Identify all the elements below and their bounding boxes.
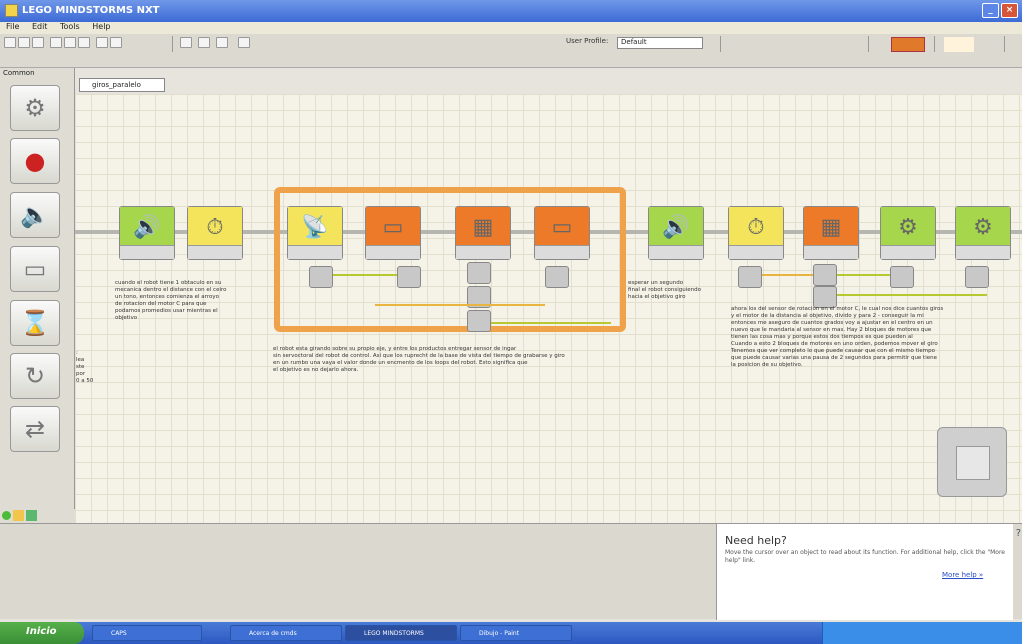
data-hub[interactable]: [890, 266, 914, 288]
math-block[interactable]: ▦: [803, 206, 859, 260]
menu-file[interactable]: File: [6, 22, 19, 31]
user-profile-label: User Profile:: [566, 37, 609, 45]
data-wire: [762, 274, 813, 276]
complete-palette-icon[interactable]: [13, 510, 24, 521]
variable-block-1[interactable]: ▭: [365, 206, 421, 260]
sound-block-icon[interactable]: 🔈: [10, 192, 60, 238]
data-hub[interactable]: [467, 310, 491, 332]
toolbar: User Profile: Default: [0, 34, 1022, 68]
help-panel: Need help? Move the cursor over an objec…: [716, 524, 1021, 620]
motor-block-1[interactable]: ⚙: [880, 206, 936, 260]
wait-sensor-block[interactable]: ⏱: [187, 206, 243, 260]
custom-palette-icon[interactable]: [238, 37, 250, 48]
taskbar-item[interactable]: LEGO MINDSTORMS: [345, 625, 457, 641]
data-wire: [837, 294, 987, 296]
help-heading: Need help?: [725, 534, 787, 547]
cut-icon[interactable]: [50, 37, 62, 48]
taskbar-item[interactable]: Acerca de cmds: [230, 625, 342, 641]
close-button[interactable]: ×: [1001, 3, 1018, 18]
loop-block-icon[interactable]: ↻: [10, 353, 60, 399]
robo-center-icon[interactable]: [944, 37, 974, 52]
minimize-button[interactable]: _: [982, 3, 999, 18]
data-wire: [491, 322, 611, 324]
display-block-icon[interactable]: ▭: [10, 246, 60, 292]
motor-block-2[interactable]: ⚙: [955, 206, 1011, 260]
pan-tool-icon[interactable]: [198, 37, 210, 48]
start-button[interactable]: Inicio: [0, 622, 84, 644]
ultrasonic-sensor-block[interactable]: 📡: [287, 206, 343, 260]
new-file-icon[interactable]: [4, 37, 16, 48]
save-icon[interactable]: [32, 37, 44, 48]
user-profile-select[interactable]: Default: [617, 37, 703, 49]
data-wire: [837, 274, 890, 276]
tab-giros-paralelo[interactable]: giros_paralelo: [79, 78, 165, 92]
help-question-icon[interactable]: ?: [1016, 528, 1021, 539]
data-hub[interactable]: [738, 266, 762, 288]
data-hub[interactable]: [813, 264, 837, 286]
taskbar-item[interactable]: Dibujo - Paint: [460, 625, 572, 641]
data-hub[interactable]: [467, 262, 491, 284]
palette-label: Common: [3, 69, 35, 77]
more-help-link[interactable]: More help »: [942, 571, 983, 579]
data-hub[interactable]: [813, 286, 837, 308]
blocks-palette: Common ⚙ ● 🔈 ▭ ⌛ ↻ ⇄: [0, 68, 75, 523]
nxt-controller-button[interactable]: [891, 37, 925, 52]
comment-1[interactable]: cuando el robot tiene 1 obtaculo en su m…: [115, 280, 265, 322]
data-hub[interactable]: [965, 266, 989, 288]
nav-center[interactable]: [956, 446, 990, 480]
bottom-panel: Need help? Move the cursor over an objec…: [0, 523, 1022, 620]
system-tray: [822, 622, 1022, 644]
pointer-tool-icon[interactable]: [180, 37, 192, 48]
menu-tools[interactable]: Tools: [60, 22, 80, 31]
program-canvas[interactable]: 🔊 ⏱ 📡 ▭ ▦ ▭ 🔊 ⏱ ▦ ⚙ ⚙ cuando el robot ti…: [75, 94, 1022, 523]
copy-icon[interactable]: [64, 37, 76, 48]
navigation-control[interactable]: [937, 427, 1007, 497]
sound-block[interactable]: 🔊: [119, 206, 175, 260]
compare-block[interactable]: ▦: [455, 206, 511, 260]
switch-block-icon[interactable]: ⇄: [10, 406, 60, 452]
taskbar: Inicio CAPS Acerca de cmds LEGO MINDSTOR…: [0, 622, 1022, 644]
custom-palette-tab-icon[interactable]: [26, 510, 37, 521]
open-file-icon[interactable]: [18, 37, 30, 48]
comment-tool-icon[interactable]: [216, 37, 228, 48]
menu-bar: File Edit Tools Help: [0, 22, 1022, 34]
comment-2[interactable]: el robot esta girando sobre su propio ej…: [273, 346, 673, 374]
sound-block-2[interactable]: 🔊: [648, 206, 704, 260]
comment-3[interactable]: esperar un segundo final el robot consig…: [628, 280, 738, 301]
common-palette-icon[interactable]: [2, 511, 11, 520]
app-icon: [5, 4, 18, 17]
taskbar-item[interactable]: CAPS: [92, 625, 202, 641]
comment-5[interactable]: : lea ste por 0 a 50: [76, 350, 106, 385]
title-bar: LEGO MINDSTORMS NXT _ ×: [0, 0, 1022, 22]
redo-icon[interactable]: [110, 37, 122, 48]
help-body: Move the cursor over an object to read a…: [725, 549, 1005, 564]
paste-icon[interactable]: [78, 37, 90, 48]
menu-edit[interactable]: Edit: [32, 22, 48, 31]
record-play-icon[interactable]: ●: [10, 138, 60, 184]
data-hub[interactable]: [397, 266, 421, 288]
window-title: LEGO MINDSTORMS NXT: [22, 5, 160, 16]
palette-tabs: [0, 509, 75, 523]
data-wire: [375, 304, 545, 306]
data-hub[interactable]: [309, 266, 333, 288]
data-hub[interactable]: [545, 266, 569, 288]
wait-sensor-block-2[interactable]: ⏱: [728, 206, 784, 260]
variable-block-2[interactable]: ▭: [534, 206, 590, 260]
tab-bar: giros_paralelo: [75, 78, 1022, 94]
wait-hourglass-icon[interactable]: ⌛: [10, 300, 60, 346]
menu-help[interactable]: Help: [92, 22, 110, 31]
undo-icon[interactable]: [96, 37, 108, 48]
move-block-gear-icon[interactable]: ⚙: [10, 85, 60, 131]
data-wire: [333, 274, 397, 276]
comment-4[interactable]: ahora los del sensor de rotacion en el m…: [731, 306, 1021, 369]
